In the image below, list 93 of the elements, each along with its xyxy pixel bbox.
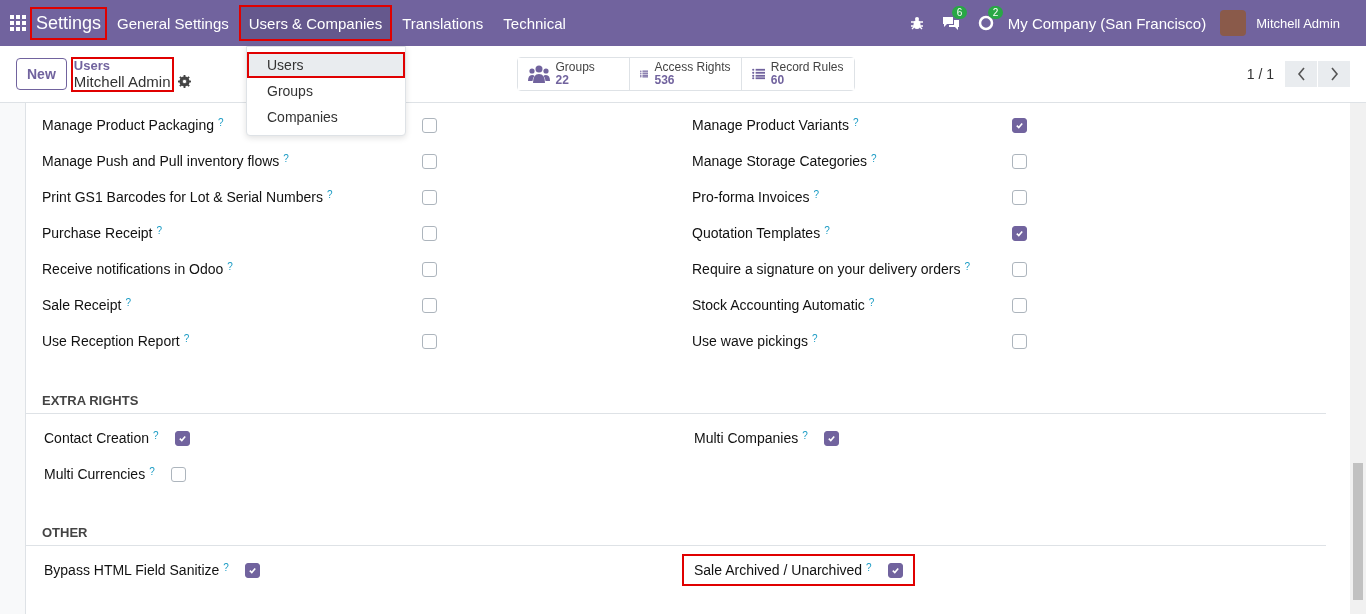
- help-icon[interactable]: ?: [227, 261, 233, 277]
- checkbox[interactable]: [422, 297, 437, 313]
- check-icon: [1015, 228, 1024, 238]
- checkbox[interactable]: [1012, 153, 1027, 169]
- dropdown-item[interactable]: Groups: [247, 78, 405, 104]
- help-icon[interactable]: ?: [218, 117, 224, 133]
- help-icon[interactable]: ?: [813, 189, 820, 205]
- checkbox[interactable]: [887, 562, 903, 578]
- checkbox[interactable]: [823, 430, 839, 446]
- field-label: Quotation Templates: [692, 225, 821, 241]
- menu-item[interactable]: Users & Companies: [238, 5, 393, 41]
- checkbox[interactable]: [1012, 189, 1027, 205]
- checkbox[interactable]: [1012, 333, 1027, 349]
- field-label: Sale Receipt: [42, 297, 122, 313]
- check-icon: [1015, 120, 1024, 130]
- help-icon[interactable]: ?: [811, 333, 818, 349]
- breadcrumb-link[interactable]: Users: [73, 58, 171, 73]
- checkbox[interactable]: [422, 189, 437, 205]
- help-icon[interactable]: ?: [866, 562, 872, 578]
- checkbox[interactable]: [1012, 297, 1027, 313]
- check-icon: [247, 565, 257, 575]
- next-button[interactable]: [1318, 61, 1350, 87]
- field-label: Manage Product Packaging: [42, 117, 214, 133]
- section-title: OTHER: [26, 509, 1326, 546]
- field-label: Manage Product Variants: [692, 117, 849, 133]
- field-label: Use Reception Report: [42, 333, 180, 349]
- company-name[interactable]: My Company (San Francisco): [1007, 14, 1207, 32]
- menu-item[interactable]: General Settings: [107, 5, 239, 41]
- help-icon[interactable]: ?: [149, 466, 155, 482]
- help-icon[interactable]: ?: [153, 430, 159, 446]
- help-icon[interactable]: ?: [871, 153, 877, 169]
- field-label: Pro-forma Invoices: [692, 189, 810, 205]
- check-icon: [177, 433, 187, 443]
- pager-value[interactable]: 1 / 1: [1246, 66, 1274, 82]
- field-label: Multi Currencies: [44, 466, 146, 482]
- field-label: Manage Storage Categories: [692, 153, 868, 169]
- check-icon: [826, 433, 836, 443]
- previous-button[interactable]: [1285, 61, 1317, 87]
- new-button[interactable]: New: [16, 58, 67, 90]
- dropdown-item[interactable]: Companies: [247, 104, 405, 130]
- bug-icon[interactable]: [909, 16, 924, 30]
- checkbox[interactable]: [244, 562, 260, 578]
- help-icon[interactable]: ?: [156, 225, 163, 241]
- checkbox[interactable]: [422, 225, 437, 241]
- avatar-placeholder[interactable]: [1220, 10, 1247, 36]
- checkbox[interactable]: [422, 153, 437, 169]
- smart-button[interactable]: Groups 22: [517, 58, 630, 90]
- user-name[interactable]: Mitchell Admin: [1256, 15, 1340, 31]
- chat-icon[interactable]: [941, 15, 960, 31]
- help-icon[interactable]: ?: [964, 261, 971, 277]
- help-icon[interactable]: ?: [223, 562, 229, 578]
- settings-icon[interactable]: [177, 74, 191, 88]
- checkbox[interactable]: [1012, 261, 1027, 277]
- field-label: Purchase Receipt: [42, 225, 153, 241]
- dropdown-item[interactable]: Users: [247, 52, 405, 78]
- chevron-right-icon: [1329, 67, 1339, 81]
- help-icon[interactable]: ?: [852, 117, 859, 133]
- checkbox[interactable]: [1012, 117, 1027, 133]
- checkbox[interactable]: [422, 117, 437, 133]
- scrollbar[interactable]: [1350, 103, 1366, 614]
- record-title: Mitchell Admin: [73, 72, 171, 90]
- check-icon: [890, 565, 900, 575]
- message-count-badge: 6: [951, 6, 968, 19]
- field-label: Manage Push and Pull inventory flows: [42, 153, 280, 169]
- help-icon[interactable]: ?: [283, 153, 289, 169]
- checkbox[interactable]: [1012, 225, 1027, 241]
- section-title: EXTRA RIGHTS: [26, 377, 1326, 414]
- field-label: Stock Accounting Automatic: [692, 297, 865, 313]
- field-label: Bypass HTML Field Sanitize: [44, 562, 220, 578]
- help-icon[interactable]: ?: [125, 297, 131, 313]
- field-label: Contact Creation: [44, 430, 150, 446]
- help-icon[interactable]: ?: [326, 189, 333, 205]
- apps-grid-icon[interactable]: [10, 15, 26, 31]
- menu-item[interactable]: Translations: [392, 5, 494, 41]
- field-label: Multi Companies: [694, 430, 799, 446]
- activity-count-badge: 2: [987, 6, 1004, 19]
- chevron-left-icon: [1296, 67, 1306, 81]
- field-label: Require a signature on your delivery orders: [692, 261, 961, 277]
- help-icon[interactable]: ?: [183, 333, 190, 349]
- users-icon: [527, 64, 550, 84]
- help-icon[interactable]: ?: [824, 225, 830, 241]
- menu-item[interactable]: Technical: [493, 5, 576, 41]
- field-label: Print GS1 Barcodes for Lot & Serial Numbers: [42, 189, 323, 205]
- help-icon[interactable]: ?: [868, 297, 875, 313]
- field-label: Use wave pickings: [692, 333, 808, 349]
- app-title[interactable]: Settings: [30, 6, 108, 40]
- checkbox[interactable]: [422, 261, 437, 277]
- field-label: Receive notifications in Odoo: [42, 261, 224, 277]
- checkbox[interactable]: [422, 333, 437, 349]
- help-icon[interactable]: ?: [802, 430, 808, 446]
- checkbox[interactable]: [174, 430, 190, 446]
- checkbox[interactable]: [170, 466, 186, 482]
- field-label: Sale Archived / Unarchived: [694, 562, 863, 578]
